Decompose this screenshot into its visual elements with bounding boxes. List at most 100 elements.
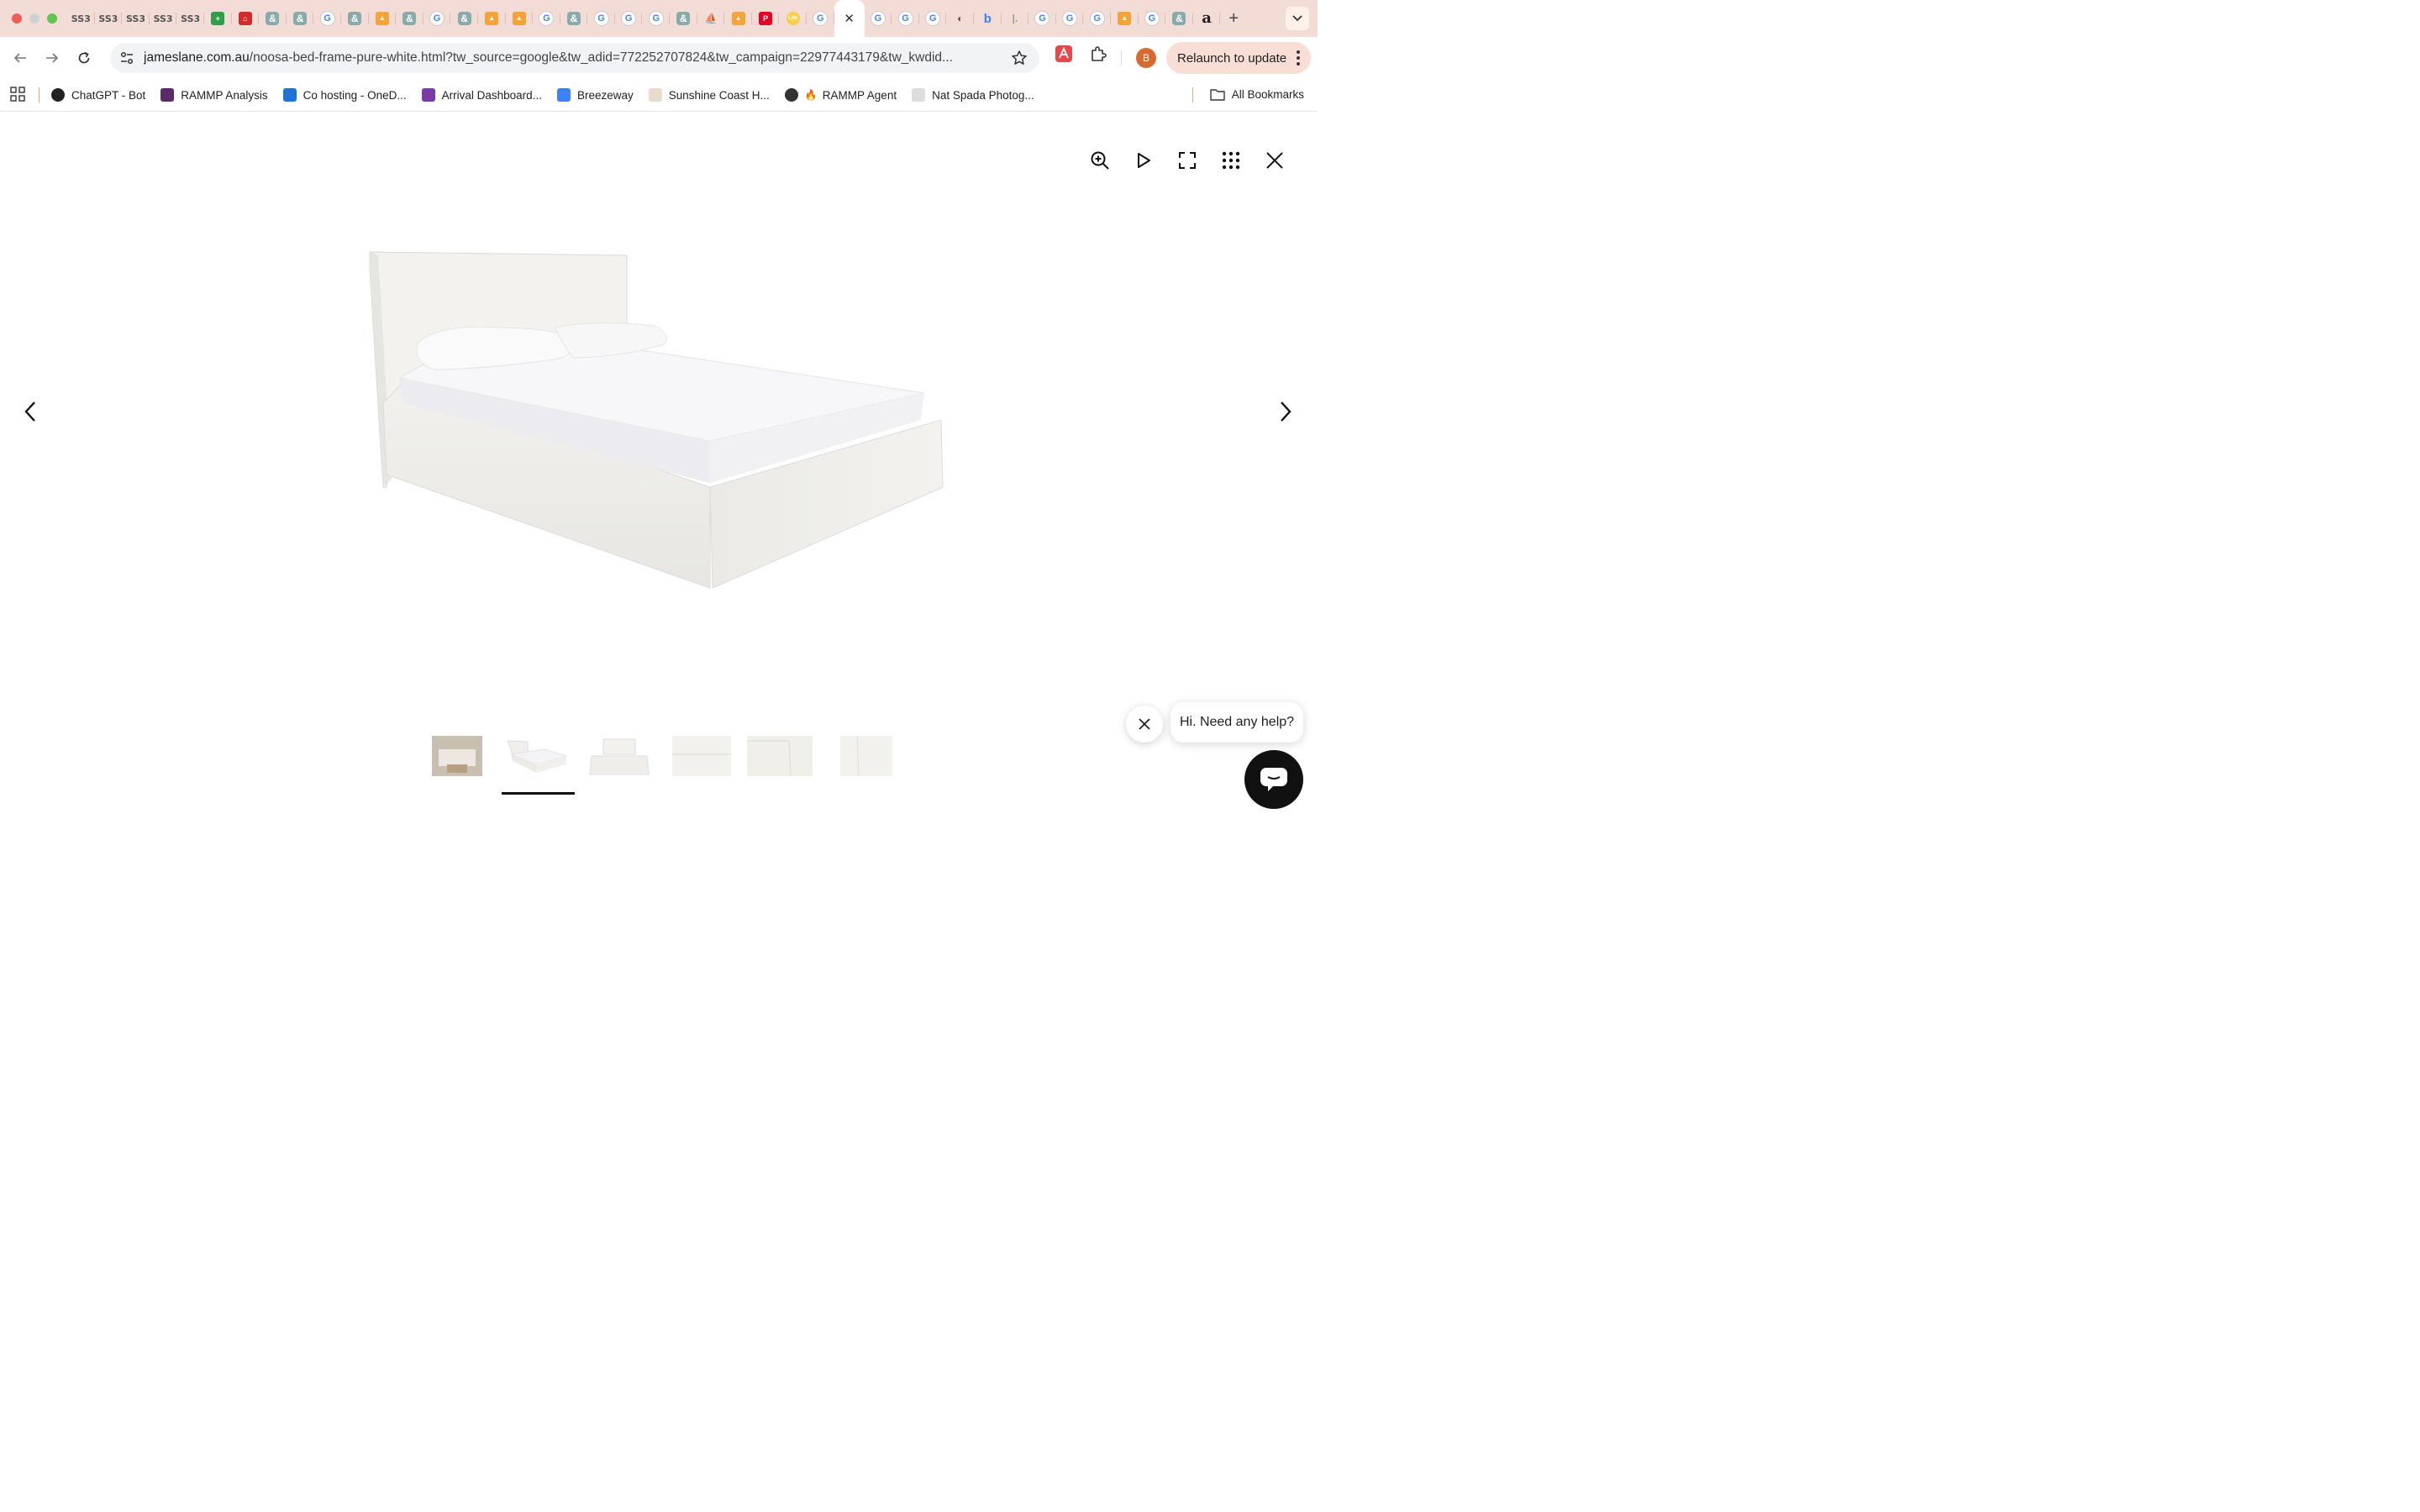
chat-greeting-bubble[interactable]: Hi. Need any help?: [1171, 702, 1303, 743]
chevron-down-icon: [1292, 15, 1302, 22]
close-viewer-button[interactable]: [1264, 150, 1286, 171]
browser-tab[interactable]: G: [1139, 5, 1166, 32]
all-bookmarks-button[interactable]: All Bookmarks: [1210, 87, 1304, 101]
browser-tab[interactable]: G: [865, 5, 892, 32]
bookmark-item[interactable]: RAMMP Analysis: [160, 88, 268, 102]
browser-tab[interactable]: G: [1083, 5, 1111, 32]
bookmark-item[interactable]: Arrival Dashboard...: [421, 88, 542, 102]
browser-tab[interactable]: G: [892, 5, 919, 32]
browser-tab[interactable]: SS3: [67, 5, 95, 32]
browser-tab[interactable]: G: [587, 5, 615, 32]
browser-tab[interactable]: G: [807, 5, 834, 32]
bookmarks-bar: ChatGPT - Bot RAMMP Analysis Co hosting - …: [0, 79, 1318, 112]
fullscreen-icon: [1179, 152, 1196, 169]
browser-tab[interactable]: ▲: [1111, 5, 1139, 32]
bookmark-item[interactable]: Breezeway: [556, 88, 634, 102]
browser-tab[interactable]: &: [396, 5, 424, 32]
bookmark-item[interactable]: Nat Spada Photog...: [912, 88, 1034, 102]
next-image-button[interactable]: [1274, 400, 1297, 423]
thumbnail-1[interactable]: [432, 736, 482, 776]
breezeway-icon: [556, 88, 571, 102]
profile-avatar[interactable]: B: [1136, 48, 1156, 68]
thumbnail-2[interactable]: [502, 736, 570, 776]
bookmark-item[interactable]: ChatGPT - Bot: [51, 88, 145, 102]
browser-tab[interactable]: SS3: [95, 5, 123, 32]
url-path: /noosa-bed-frame-pure-white.html?tw_sour…: [249, 50, 953, 65]
extensions-button[interactable]: [1089, 45, 1107, 67]
browser-tab[interactable]: +: [204, 5, 232, 32]
browser-tab[interactable]: ▲: [506, 5, 534, 32]
browser-tab[interactable]: &: [450, 5, 478, 32]
reload-icon: [78, 51, 90, 64]
thumbnail-3[interactable]: [588, 736, 650, 776]
browser-tab[interactable]: G: [424, 5, 451, 32]
browser-tab[interactable]: &: [341, 5, 369, 32]
apps-button[interactable]: [10, 86, 25, 104]
pinterest-icon: P: [759, 12, 773, 25]
browser-tab[interactable]: ◐: [946, 5, 974, 32]
browser-tab[interactable]: G: [919, 5, 947, 32]
relaunch-button[interactable]: Relaunch to update: [1166, 42, 1311, 74]
bookmark-item[interactable]: Sunshine Coast H...: [648, 88, 770, 102]
shopping-bag-icon: ▲: [1118, 12, 1132, 25]
browser-tab[interactable]: ▲: [369, 5, 397, 32]
browser-tab[interactable]: b: [974, 5, 1002, 32]
zoom-button[interactable]: [1089, 150, 1111, 171]
url-text: jameslane.com.au/noosa-bed-frame-pure-wh…: [144, 50, 1001, 66]
menu-kebab-icon[interactable]: [1296, 50, 1301, 70]
browser-tab[interactable]: P: [752, 5, 780, 32]
slideshow-button[interactable]: [1133, 150, 1155, 171]
browser-tab[interactable]: G: [1028, 5, 1056, 32]
bookmark-star-button[interactable]: [1011, 50, 1028, 71]
browser-tab[interactable]: &: [560, 5, 588, 32]
thumbnails-grid-button[interactable]: [1220, 150, 1242, 171]
browser-tab[interactable]: G: [642, 5, 670, 32]
thumbnail-4[interactable]: [672, 736, 731, 776]
bookmark-item[interactable]: Co hosting - OneD...: [282, 88, 407, 102]
address-bar[interactable]: jameslane.com.au/noosa-bed-frame-pure-wh…: [110, 43, 1039, 73]
chat-launcher-button[interactable]: [1244, 750, 1303, 809]
minimize-window-button[interactable]: [29, 13, 39, 24]
tune-icon: [120, 51, 134, 65]
new-tab-button[interactable]: +: [1228, 9, 1239, 29]
thumbnail-5[interactable]: [747, 736, 813, 777]
browser-tab[interactable]: Life: [779, 5, 807, 32]
browser-tab[interactable]: G: [1056, 5, 1084, 32]
tab-search-button[interactable]: [1286, 7, 1309, 30]
browser-tab[interactable]: G: [533, 5, 560, 32]
previous-image-button[interactable]: [18, 400, 42, 423]
browser-tab[interactable]: G: [615, 5, 643, 32]
browser-tab[interactable]: SS3: [150, 5, 177, 32]
google-icon: G: [1034, 11, 1050, 26]
browser-tab[interactable]: |.: [1002, 5, 1029, 32]
browser-tab[interactable]: ▲: [724, 5, 752, 32]
browser-tab[interactable]: SS3: [122, 5, 150, 32]
bookmark-label: ChatGPT - Bot: [71, 88, 146, 102]
maximize-window-button[interactable]: [47, 13, 57, 24]
chat-icon: [1260, 768, 1287, 791]
browser-tab[interactable]: a: [1193, 5, 1221, 32]
back-button[interactable]: [7, 45, 34, 71]
bookmark-label: Nat Spada Photog...: [932, 88, 1034, 102]
browser-tab[interactable]: &: [259, 5, 287, 32]
fullscreen-button[interactable]: [1176, 150, 1198, 171]
bookmark-item[interactable]: 🔥 RAMMP Agent: [784, 88, 897, 102]
site-info-button[interactable]: [117, 48, 137, 68]
close-window-button[interactable]: [12, 13, 22, 24]
chat-dismiss-button[interactable]: [1126, 706, 1163, 743]
browser-tab[interactable]: ⛵: [697, 5, 725, 32]
browser-tab[interactable]: &: [287, 5, 314, 32]
browser-tab[interactable]: &: [670, 5, 697, 32]
reload-button[interactable]: [71, 45, 97, 71]
browser-tab[interactable]: ⌂: [232, 5, 260, 32]
forward-button[interactable]: [39, 45, 66, 71]
extension-acrobat-button[interactable]: [1055, 45, 1073, 67]
browser-tab[interactable]: G: [313, 5, 341, 32]
bookmark-list: ChatGPT - Bot RAMMP Analysis Co hosting - …: [51, 88, 1050, 102]
browser-tab[interactable]: ▲: [478, 5, 506, 32]
browser-tab[interactable]: &: [1165, 5, 1193, 32]
browser-tab[interactable]: SS3: [176, 5, 204, 32]
thumbnail-6[interactable]: [840, 735, 892, 777]
sunshine-icon: [648, 88, 662, 102]
browser-tab-active[interactable]: ✕: [834, 0, 865, 37]
